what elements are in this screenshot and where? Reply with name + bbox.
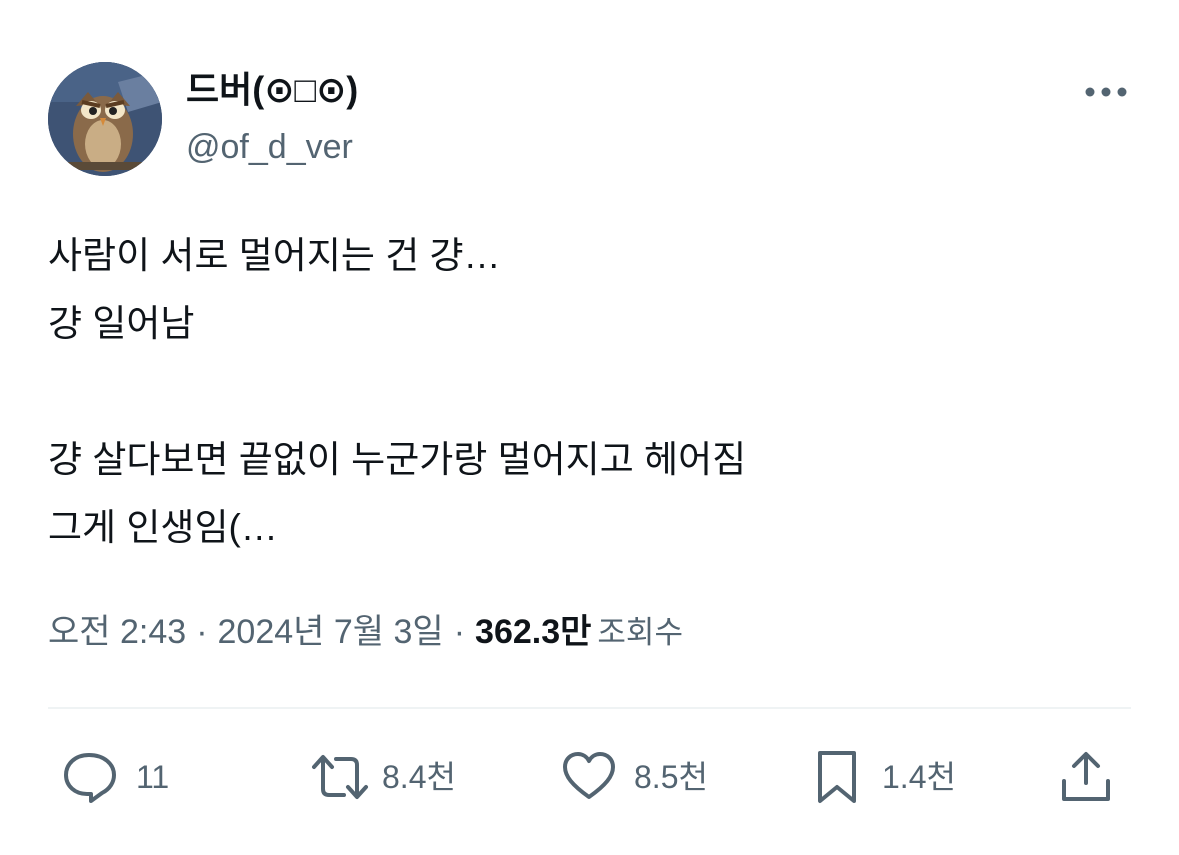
like-count: 8.5천	[634, 759, 708, 795]
tweet-text: 사람이 서로 멀어지는 건 걍… 걍 일어남 걍 살다보면 끝없이 누군가랑 멀…	[48, 222, 1128, 562]
share-icon	[1056, 747, 1116, 807]
meta-separator: ·	[196, 613, 208, 651]
more-button[interactable]	[1080, 72, 1132, 112]
more-horizontal-icon	[1085, 87, 1127, 97]
tweet-line: 걍 살다보면 끝없이 누군가랑 멀어지고 헤어짐	[48, 439, 747, 480]
owl-avatar-icon	[48, 62, 162, 176]
bookmark-button[interactable]: 1.4천	[812, 742, 956, 812]
bookmark-count: 1.4천	[882, 759, 956, 795]
tweet-line: 그게 인생임(…	[48, 507, 278, 548]
heart-icon	[560, 749, 618, 805]
user-handle[interactable]: @of_d_ver	[186, 125, 353, 169]
retweet-button[interactable]: 8.4천	[308, 742, 456, 812]
tweet-line	[48, 358, 1128, 426]
reply-count: 11	[136, 759, 170, 795]
tweet-line: 사람이 서로 멀어지는 건 걍…	[48, 235, 501, 276]
divider	[48, 707, 1131, 709]
reply-button[interactable]: 11	[60, 742, 169, 812]
avatar[interactable]	[48, 62, 162, 176]
action-bar: 11 8.4천 8.5천 1.4천	[0, 742, 1179, 812]
tweet-meta: 오전 2:43 · 2024년 7월 3일 · 362.3만 조회수	[48, 608, 683, 657]
display-name[interactable]: 드버(⊙□⊙)	[186, 68, 358, 112]
reply-icon	[60, 749, 120, 805]
tweet-date[interactable]: 2024년 7월 3일	[218, 613, 444, 651]
retweet-icon	[308, 749, 372, 805]
tweet-time[interactable]: 오전 2:43	[48, 613, 186, 651]
bookmark-icon	[812, 747, 862, 807]
views-count[interactable]: 362.3만	[475, 613, 591, 651]
meta-separator: ·	[453, 613, 466, 651]
retweet-count: 8.4천	[382, 759, 456, 795]
tweet-line: 걍 일어남	[48, 303, 195, 344]
share-button[interactable]	[1056, 742, 1116, 812]
like-button[interactable]: 8.5천	[560, 742, 708, 812]
views-label[interactable]: 조회수	[597, 615, 683, 650]
